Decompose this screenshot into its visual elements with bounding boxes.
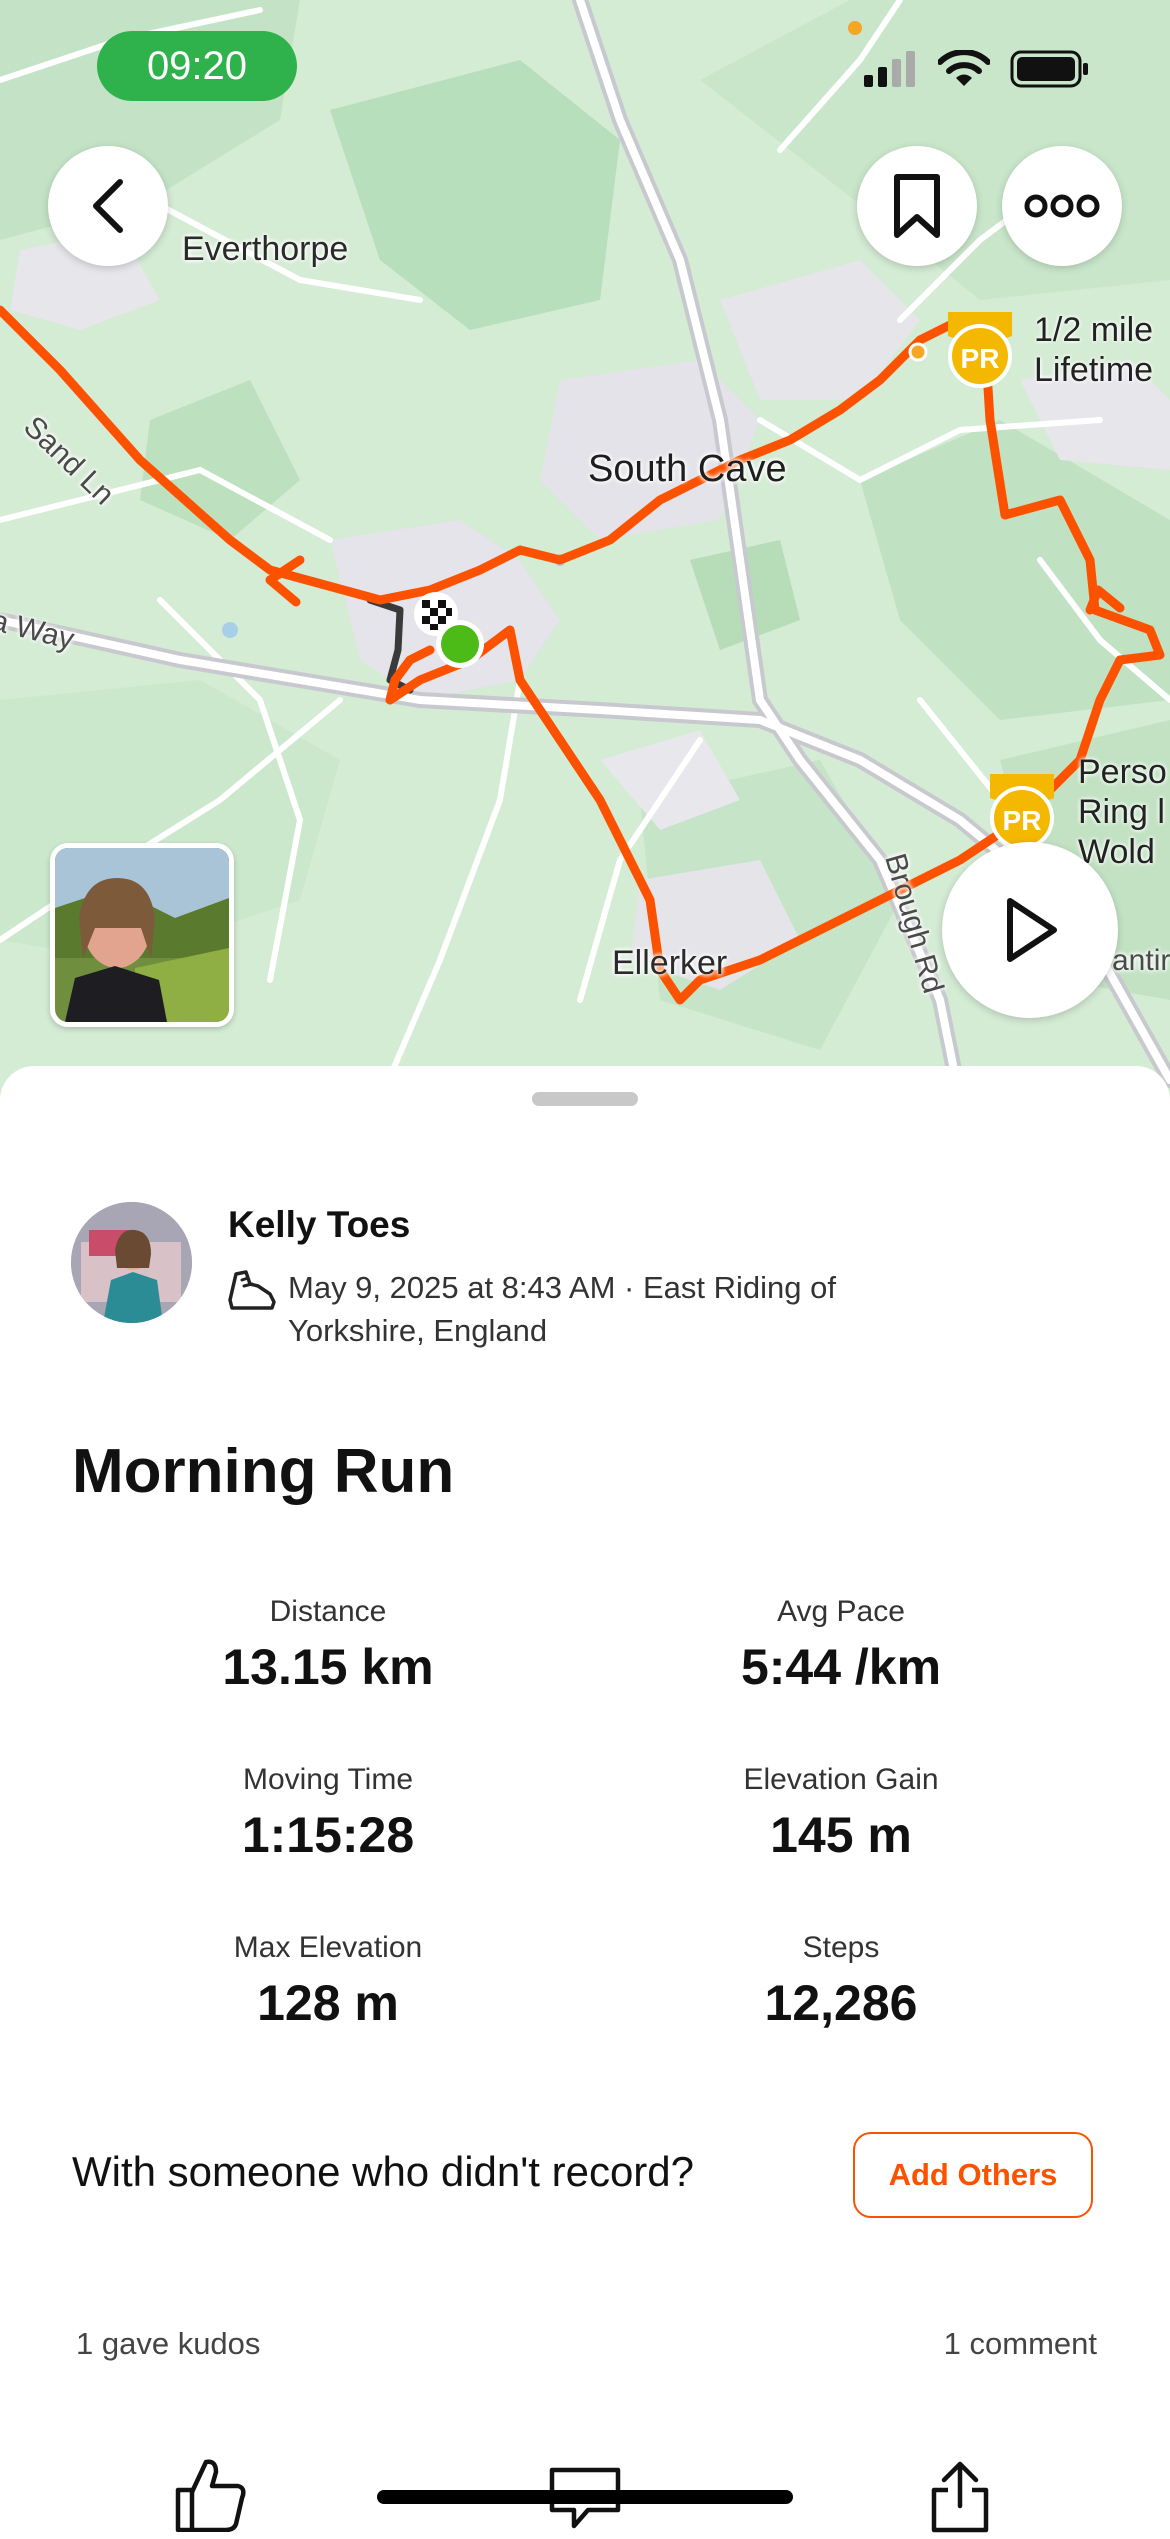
activity-meta: May 9, 2025 at 8:43 AM · East Riding of … [288, 1266, 908, 1352]
chevron-left-icon [93, 179, 123, 233]
share-button[interactable] [928, 2460, 992, 2539]
kudos-button[interactable] [174, 2456, 248, 2537]
stat-steps: Steps 12,286 [631, 1928, 1051, 2032]
activity-photo [55, 848, 229, 1022]
sheet-grabber[interactable] [532, 1092, 638, 1106]
pr-label-half-mile: 1/2 mile Lifetime [1034, 310, 1153, 390]
cellular-signal-icon [864, 51, 915, 87]
pr-label-line2: Ring l [1078, 793, 1165, 831]
status-time: 09:20 [97, 31, 297, 101]
thumbs-up-icon [175, 2459, 246, 2533]
stat-avg-pace: Avg Pace 5:44 /km [631, 1592, 1051, 1696]
stat-label: Distance [269, 1595, 387, 1628]
pr-label-line2: Lifetime [1034, 351, 1154, 389]
pr-label-line1: 1/2 mile [1034, 311, 1154, 349]
with-someone-prompt: With someone who didn't record? [72, 2148, 695, 2195]
route-map[interactable]: Everthorpe South Cave Ellerker Sand Ln a… [0, 0, 1170, 1100]
activity-date-location: May 9, 2025 at 8:43 AM · East Riding of [288, 1270, 836, 1305]
activity-photo-thumbnail[interactable] [50, 843, 234, 1027]
stat-value: 145 m [770, 1807, 912, 1863]
avatar[interactable] [71, 1202, 192, 1323]
stat-value: 12,286 [764, 1975, 918, 2031]
bookmark-icon [894, 174, 940, 238]
pr-badge-half-mile[interactable]: PR [944, 308, 1016, 395]
stat-label: Moving Time [242, 1763, 414, 1796]
add-others-button[interactable]: Add Others [853, 2132, 1093, 2218]
stat-label: Steps [802, 1931, 880, 1964]
map-label-ellerker: Ellerker [612, 944, 728, 982]
activity-location-cont: Yorkshire, England [288, 1313, 548, 1348]
map-label-antir: antir [1112, 944, 1170, 977]
play-flyover-button[interactable] [942, 842, 1118, 1018]
athlete-name[interactable]: Kelly Toes [228, 1204, 410, 1246]
home-indicator[interactable] [377, 2490, 793, 2504]
share-icon [931, 2461, 989, 2533]
stat-label: Elevation Gain [743, 1763, 939, 1796]
battery-icon [1010, 50, 1088, 88]
stat-elevation-gain: Elevation Gain 145 m [631, 1760, 1051, 1864]
stat-value: 128 m [257, 1975, 399, 2031]
status-icons [862, 50, 1090, 88]
run-shoe-icon [228, 1270, 276, 1310]
pr-badge-text: PR [961, 343, 1000, 374]
stat-label: Avg Pace [777, 1595, 905, 1628]
stat-value: 13.15 km [222, 1639, 434, 1695]
activity-detail-sheet: Kelly Toes May 9, 2025 at 8:43 AM · East… [0, 1066, 1170, 2533]
stat-moving-time: Moving Time 1:15:28 [118, 1760, 538, 1864]
activity-title: Morning Run [72, 1437, 455, 1506]
bookmark-button[interactable] [857, 146, 977, 266]
stat-value: 5:44 /km [740, 1639, 942, 1695]
stat-label: Max Elevation [233, 1931, 423, 1964]
stat-max-elevation: Max Elevation 128 m [118, 1928, 538, 2032]
pr-medal-icon: PR [948, 312, 1012, 388]
pr-label-line1: Perso [1078, 753, 1167, 791]
kudos-count[interactable]: 1 gave kudos [76, 2326, 260, 2362]
stat-value: 1:15:28 [241, 1807, 415, 1863]
play-icon [1007, 898, 1057, 962]
avatar-image [71, 1202, 192, 1323]
stat-distance: Distance 13.15 km [118, 1592, 538, 1696]
pr-label-ring-wold: Perso Ring l Wold [1078, 752, 1167, 872]
more-dots-icon [1024, 194, 1100, 218]
map-label-south-cave: South Cave [588, 448, 787, 490]
pr-medal-icon: PR [990, 774, 1054, 850]
wifi-icon [938, 50, 990, 86]
back-button[interactable] [48, 146, 168, 266]
pr-badge-text: PR [1003, 805, 1042, 836]
comment-count[interactable]: 1 comment [944, 2326, 1097, 2362]
map-label-everthorpe: Everthorpe [182, 230, 349, 268]
more-options-button[interactable] [1002, 146, 1122, 266]
